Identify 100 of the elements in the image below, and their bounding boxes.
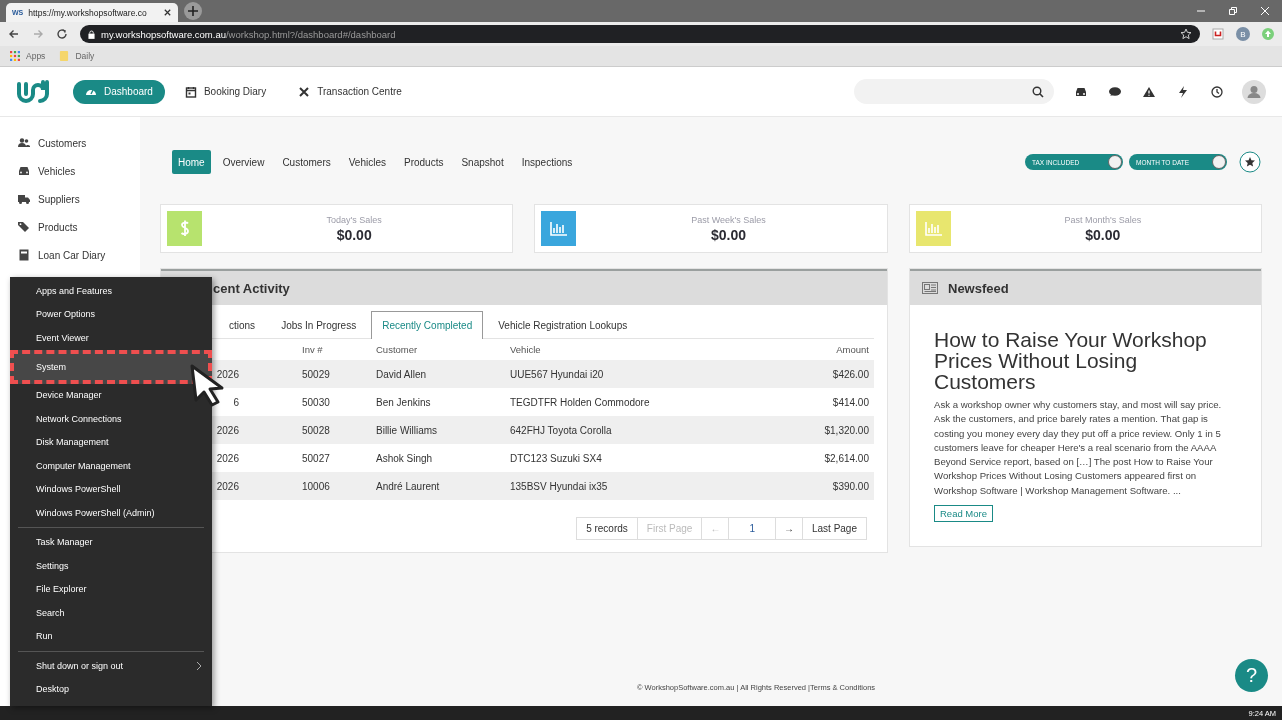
menu-item[interactable]: Desktop [10,677,212,701]
newspaper-icon [922,282,938,294]
close-icon[interactable] [163,8,172,17]
records-count: 5 records [576,517,638,540]
calendar-icon [184,85,197,98]
lock-icon [88,29,95,39]
car-icon [18,165,30,177]
menu-item[interactable]: Run [10,624,212,648]
table-cell-text: Ben Jenkins [376,396,432,408]
table-cell-text: 50028 [302,424,331,436]
menu-item[interactable]: Network Connections [10,407,212,431]
activity-tab[interactable]: Jobs In Progress [270,311,368,339]
nav-button[interactable]: Booking Diary [172,79,279,104]
page-number-button[interactable]: 1 [728,517,776,540]
dashboard-tab[interactable]: Customers [276,150,337,174]
menu-item[interactable]: Event Viewer [10,326,212,350]
warning-icon[interactable] [1142,85,1156,98]
menu-item[interactable]: Task Manager [10,530,212,554]
table-cell-text: 2026 [215,480,240,492]
next-page-button[interactable]: → [774,517,803,540]
bookmark-star-icon[interactable] [1180,28,1192,40]
table-cell-text: 6 [232,396,240,408]
last-page-button[interactable]: Last Page [801,517,867,540]
bookmark[interactable]: Apps [10,51,46,61]
column-header: Customer [376,344,419,355]
menu-item[interactable]: System [10,349,212,384]
nav-button[interactable]: Dashboard [73,79,165,104]
menu-item[interactable]: Shut down or sign out [10,654,212,678]
new-tab-button[interactable] [184,2,202,20]
apps-grid-icon [10,51,20,61]
menu-item[interactable]: Power Options [10,302,212,326]
url-host: my.workshopsoftware.com.au [101,28,226,40]
activity-tab[interactable]: Vehicle Registration Lookups [487,311,639,339]
stat-title: Past Week's Sales [691,214,766,225]
truck-icon [18,193,30,205]
clock-icon[interactable] [1210,85,1224,98]
table-cell-text: 2026 [215,368,240,380]
table-cell-text: 50030 [302,396,331,408]
activity-tab[interactable]: Recently Completed [371,311,484,339]
column-header: Amount [835,344,870,355]
table-cell-text: TEGDTFR Holden Commodore [510,396,651,408]
lightning-icon[interactable] [1176,85,1190,98]
nav-button[interactable]: Transaction Centre [286,79,414,104]
search-field[interactable] [854,79,1054,104]
logo-icon [16,78,50,105]
table-cell-text: 10006 [302,480,331,492]
search-icon [1032,85,1044,98]
panel-header: Newsfeed [910,269,1261,305]
dashboard-tab[interactable]: Overview [216,150,271,174]
sidebar-item[interactable]: Loan Car Diary [0,241,140,269]
table-cell-text: DTC123 Suzuki SX4 [510,452,603,464]
dashboard-tab[interactable]: Inspections [515,150,579,174]
back-icon[interactable] [8,28,20,40]
table-cell-text: UUE567 Hyundai i20 [510,368,605,380]
read-more-button[interactable]: Read More [934,505,993,523]
table-cell-text: David Allen [376,368,428,380]
menu-item[interactable]: Disk Management [10,430,212,454]
dashboard-tab[interactable]: Home [172,150,211,174]
favorite-button[interactable] [1239,151,1261,173]
chat-icon[interactable] [1108,85,1122,98]
reload-icon[interactable] [56,28,68,40]
table-cell-text: 2026 [215,452,240,464]
table-cell-text: $1,320.00 [823,424,870,436]
restore-icon[interactable] [1228,6,1238,16]
panel-header: cent Activity [161,269,887,305]
tab-title: https://my.workshopsoftware.co [28,7,148,18]
sidebar-item[interactable]: Suppliers [0,185,140,213]
article-text: Ask a workshop owner why customers stay, and most will say price. Ask the customers, and price barely rates a mention. That gap is costing you money every day they put off a price review. Only 1 in 5 customers leave for cheaper Here's a real scenario from the AAAA Beyond Service report, based on […] The post How to Raise Your Workshop Prices Without Losing Customers appeared first on Workshop Software | Workshop Management Software. ... [934,398,1223,498]
dashboard-tab[interactable]: Products [398,150,450,174]
user-avatar[interactable] [1242,79,1266,104]
stat-value: $0.00 [1085,226,1121,243]
bookmark[interactable]: Daily [59,51,95,61]
stat-value: $0.00 [336,226,372,243]
table-cell-text: 642FHJ Toyota Corolla [510,424,613,436]
menu-item[interactable]: File Explorer [10,577,212,601]
menu-item[interactable]: Computer Management [10,454,212,478]
sidebar-item[interactable]: Products [0,213,140,241]
article-title[interactable]: How to Raise Your Workshop Prices Without Losing Customers [934,329,1237,392]
table-cell-text: 2026 [215,424,240,436]
menu-item[interactable]: Search [10,601,212,625]
address-bar[interactable]: my.workshopsoftware.com.au/workshop.html?/dashboard#/dashboard [80,25,1200,43]
sidebar-item[interactable]: Vehicles [0,157,140,185]
help-button[interactable]: ? [1235,659,1268,692]
sidebar-item[interactable]: Customers [0,129,140,157]
menu-item[interactable]: Windows PowerShell [10,477,212,501]
menu-item[interactable]: Windows PowerShell (Admin) [10,501,212,525]
dashboard-tab[interactable]: Snapshot [455,150,510,174]
car-icon[interactable] [1074,85,1088,98]
table-cell-text: $426.00 [831,368,870,380]
table-cell-text: $414.00 [831,396,870,408]
stat-title: Past Month's Sales [1064,214,1142,225]
table-cell-text: 50029 [302,368,331,380]
table-cell-text: Ashok Singh [376,452,434,464]
dashboard-tab[interactable]: Vehicles [342,150,392,174]
menu-item[interactable]: Settings [10,554,212,578]
folder-icon [59,51,70,61]
activity-tab[interactable]: ctions [218,311,267,339]
table-cell-text: 50027 [302,452,331,464]
extension-icon[interactable] [1212,28,1224,40]
book-icon [18,249,30,261]
